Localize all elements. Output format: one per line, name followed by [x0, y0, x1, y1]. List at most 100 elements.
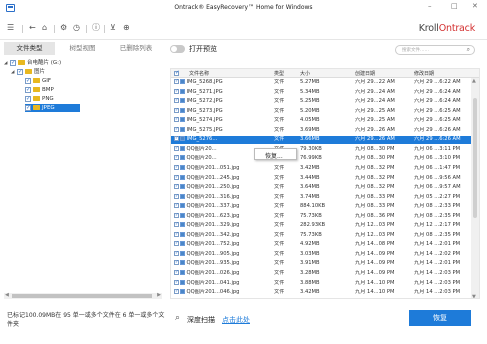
column-header-name[interactable]: 文件名称	[189, 70, 209, 77]
row-checkbox[interactable]	[174, 117, 179, 124]
row-checkbox[interactable]	[174, 88, 179, 95]
image-file-icon	[180, 117, 185, 123]
table-row[interactable]: IMG_5274.JPG 文件 4.05MB 六月 29...25 AM 六月 29 .…	[171, 117, 471, 125]
bmp-checkbox[interactable]	[25, 86, 31, 94]
scroll-down-arrow-icon[interactable]: ▼	[472, 294, 476, 298]
row-checkbox[interactable]	[174, 193, 179, 201]
maximize-button[interactable]: □	[451, 2, 458, 10]
search-icon[interactable]: ⌕	[467, 46, 470, 54]
column-header-size[interactable]: 大小	[300, 70, 310, 77]
row-checkbox[interactable]	[174, 79, 179, 86]
table-row[interactable]: QQ图片20...文件76.99KB九月 08...30 PM九月 06 ...…	[171, 155, 471, 163]
close-button[interactable]: ✕	[472, 2, 478, 10]
scroll-up-arrow-icon[interactable]: ▲	[472, 78, 476, 84]
hamburger-menu-icon[interactable]: ☰	[7, 22, 14, 34]
png-checkbox[interactable]	[25, 95, 31, 103]
table-row[interactable]: IMG_5271.JPG 文件 5.34MB 六月 29...24 AM 六月 29 .…	[171, 88, 471, 97]
row-checkbox[interactable]	[174, 279, 179, 286]
table-row[interactable]: QQ图片201...026.jpg 文件 3.28MB 九月 14...09 PM 九月…	[171, 270, 471, 278]
row-checkbox[interactable]	[174, 222, 179, 229]
row-checkbox[interactable]	[174, 126, 179, 134]
images-checkbox[interactable]	[17, 68, 23, 76]
info-icon[interactable]: ⓘ	[92, 22, 100, 34]
table-row[interactable]: QQ图片201...337.jpg 文件 884.10KB 九月 08...33 PM…	[171, 203, 471, 211]
minimize-button[interactable]: –	[428, 2, 432, 10]
row-checkbox[interactable]	[174, 174, 179, 181]
row-checkbox[interactable]	[174, 203, 179, 210]
search-box[interactable]: 搜索文件…… ⌕	[395, 45, 475, 55]
row-checkbox[interactable]	[174, 145, 179, 153]
tree-item-drive[interactable]: ◢台电酷片 (G:)	[4, 59, 61, 67]
drive-checkbox[interactable]	[10, 59, 16, 67]
table-row[interactable]: IMG_5273.JPG 文件 5.20MB 六月 29...25 AM 六月 29 .…	[171, 107, 471, 116]
table-row[interactable]: QQ图片201...046.jpg 文件 3.42MB 九月 14...10 PM 九月…	[171, 289, 471, 297]
file-name-cell: IMG_5272.JPG	[174, 98, 272, 106]
column-header-type[interactable]: 类型	[274, 70, 284, 77]
row-checkbox[interactable]	[174, 155, 179, 162]
column-header-modified[interactable]: 修改日期	[414, 70, 434, 77]
preview-toggle[interactable]	[170, 45, 185, 53]
table-row[interactable]: IMG_5268.JPG 文件 5.27MB 六月 29...22 AM 六月 29 .…	[171, 79, 471, 87]
table-row[interactable]: QQ图片201...623.jpg 文件 75.73KB 九月 08...36 PM 九…	[171, 212, 471, 221]
scroll-right-arrow-icon[interactable]: ▶	[157, 292, 161, 298]
window-title: Ontrack® EasyRecovery™ Home for Windows	[174, 4, 313, 11]
file-type-cell: 文件	[274, 260, 285, 267]
row-checkbox[interactable]	[174, 164, 179, 172]
table-row[interactable]: IMG_5276... 文件 3.66MB 六月 29...26 AM 六月 29 ..…	[171, 136, 471, 145]
recover-button[interactable]: 恢复	[409, 310, 471, 326]
table-row[interactable]: QQ图片201...051.jpg 文件 3.42MB 九月 08...32 PM 九月…	[171, 164, 471, 173]
table-row[interactable]: IMG_5275.JPG 文件 3.69MB 六月 29...26 AM 六月 29 .…	[171, 126, 471, 135]
table-row[interactable]: QQ图片201...245.jpg 文件 3.44MB 九月 08...32 PM 九月…	[171, 174, 471, 183]
back-arrow-icon[interactable]: ←	[29, 22, 36, 34]
table-row[interactable]: QQ图片201...905.jpg 文件 3.03MB 九月 14...09 PM 九月…	[171, 250, 471, 259]
table-row[interactable]: QQ图片20...文件79.30KB九月 08...30 PM九月 06 ...…	[171, 145, 471, 154]
table-row[interactable]: QQ图片201...935.jpg 文件 3.91MB 九月 14...09 PM 九月…	[171, 260, 471, 268]
gear-icon[interactable]: ⚙	[60, 22, 67, 34]
home-icon[interactable]: ⌂	[42, 22, 47, 34]
scrollbar-thumb[interactable]	[12, 294, 152, 298]
tree-item-png[interactable]: PNG	[25, 95, 125, 103]
scrollbar-thumb[interactable]	[473, 98, 477, 218]
row-checkbox[interactable]	[174, 241, 179, 248]
row-checkbox[interactable]	[174, 136, 179, 143]
context-menu-recover[interactable]: 恢复...	[265, 151, 283, 160]
table-vertical-scrollbar[interactable]: ▲ ▼	[471, 78, 479, 298]
file-created-cell: 九月 14...09 PM	[355, 260, 395, 267]
table-row[interactable]: QQ图片201...342.jpg 文件 75.73KB 九月 12...03 PM 九…	[171, 231, 471, 240]
row-checkbox[interactable]	[174, 212, 179, 220]
table-row[interactable]: QQ图片201...329.jpg 文件 282.93KB 九月 12...03 PM…	[171, 222, 471, 230]
row-checkbox[interactable]	[174, 289, 179, 296]
row-checkbox[interactable]	[174, 270, 179, 277]
row-checkbox[interactable]	[174, 184, 179, 191]
tree-item-gif[interactable]: GIF	[25, 77, 125, 85]
file-modified-cell: 九月 12 ...2:17 PM	[414, 222, 461, 229]
table-row[interactable]: QQ图片201...752.jpg 文件 4.92MB 九月 14...08 PM 九月…	[171, 241, 471, 249]
deep-scan-link[interactable]: 点击此处	[222, 315, 250, 325]
tree-item-images[interactable]: ◢图片	[11, 68, 45, 76]
cart-icon[interactable]: ⊻	[110, 22, 116, 34]
support-icon[interactable]: ⊕	[123, 22, 130, 34]
row-checkbox[interactable]	[174, 231, 179, 239]
tree-item-bmp[interactable]: BMP	[25, 86, 125, 94]
table-row[interactable]: QQ图片201...316.jpg 文件 3.74MB 九月 08...33 PM 九月…	[171, 193, 471, 202]
scroll-left-arrow-icon[interactable]: ◀	[5, 292, 9, 298]
table-row[interactable]: QQ图片201...041.jpg 文件 3.88MB 九月 14...10 PM 九月…	[171, 279, 471, 288]
gif-checkbox[interactable]	[25, 77, 31, 85]
tab-deleted-list[interactable]: 已删除列表	[110, 42, 162, 55]
row-checkbox[interactable]	[174, 98, 179, 105]
select-all-checkbox[interactable]	[174, 70, 180, 76]
file-type-cell: 文件	[274, 289, 285, 296]
row-checkbox[interactable]	[174, 250, 179, 258]
row-checkbox[interactable]	[174, 260, 179, 267]
table-row[interactable]: QQ图片201...250.jpg 文件 3.64MB 九月 08...32 PM 九月…	[171, 184, 471, 192]
tab-tree-view[interactable]: 树型视图	[57, 42, 108, 55]
jpeg-checkbox[interactable]	[25, 104, 31, 112]
history-icon[interactable]: ◷	[73, 22, 80, 34]
table-row[interactable]: IMG_5272.JPG 文件 5.25MB 六月 29...24 AM 六月 29 .…	[171, 98, 471, 106]
tree-item-jpeg[interactable]: JPEG	[25, 104, 80, 112]
tab-file-type[interactable]: 文件类型	[4, 42, 55, 55]
column-header-created[interactable]: 创建日期	[355, 70, 375, 77]
tree-horizontal-scrollbar[interactable]: ◀ ▶	[4, 292, 162, 299]
row-checkbox[interactable]	[174, 107, 179, 115]
file-modified-cell: 六月 29 ...6:25 AM	[414, 117, 461, 124]
